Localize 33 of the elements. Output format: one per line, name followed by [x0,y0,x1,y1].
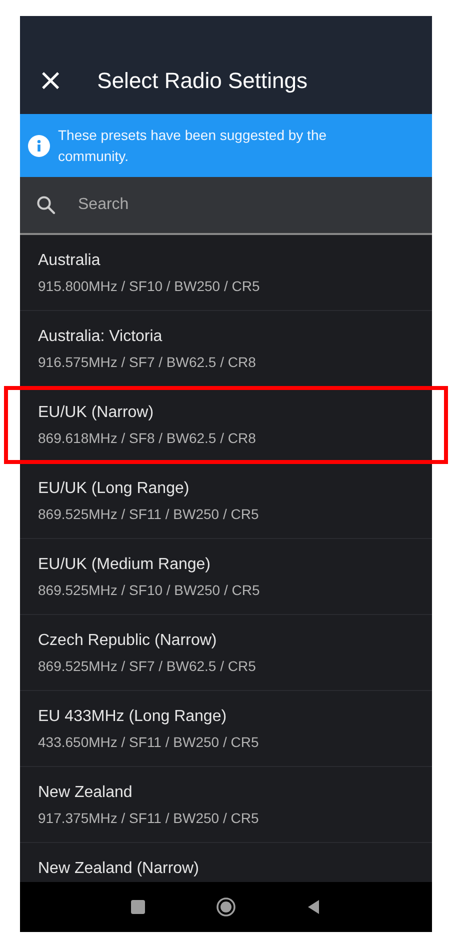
preset-item[interactable]: Australia: Victoria 916.575MHz / SF7 / BW62.5 / CR8 [20,311,432,387]
preset-name: Australia [38,251,102,271]
preset-name: EU/UK (Long Range) [38,479,190,499]
preset-detail: 915.800MHz / SF10 / BW250 / CR5 [38,277,261,295]
preset-name: New Zealand (Narrow) [38,859,200,879]
preset-name: EU/UK (Narrow) [38,403,155,423]
close-button[interactable]: × [34,66,68,96]
search-field[interactable]: Search [76,195,360,215]
info-icon [28,134,50,156]
preset-item[interactable]: EU/UK (Narrow) 869.618MHz / SF8 / BW62.5 / CR8 [20,387,432,463]
preset-name: Australia: Victoria [38,327,164,347]
preset-item[interactable]: Czech Republic (Narrow) 869.525MHz / SF7 / BW62.5 / CR5 [20,615,432,691]
screen-title: Select Radio Settings [97,67,308,95]
preset-item[interactable]: Australia 915.800MHz / SF10 / BW250 / CR5 [20,235,432,311]
preset-name: EU/UK (Medium Range) [38,555,212,575]
preset-item[interactable]: EU 433MHz (Long Range) 433.650MHz / SF11 / BW250 / CR5 [20,691,432,767]
search-icon [36,195,56,215]
preset-detail: 869.525MHz / SF10 / BW250 / CR5 [38,581,261,599]
preset-detail: 433.650MHz / SF11 / BW250 / CR5 [38,733,260,751]
preset-detail: 917.375MHz / SF11 / BW250 / CR5 [38,809,260,827]
preset-item[interactable]: EU/UK (Long Range) 869.525MHz / SF11 / BW250 / CR5 [20,463,432,539]
preset-item[interactable]: New Zealand 917.375MHz / SF11 / BW250 / CR5 [20,767,432,843]
preset-name: Czech Republic (Narrow) [38,631,218,651]
preset-name: EU 433MHz (Long Range) [38,707,228,727]
preset-detail: 916.575MHz / SF7 / BW62.5 / CR8 [38,353,257,371]
preset-detail: 869.525MHz / SF7 / BW62.5 / CR5 [38,657,257,675]
preset-name: New Zealand [38,783,134,803]
banner-text: These presets have been suggested by the community. [58,126,328,166]
home-icon[interactable] [216,897,236,917]
preset-detail: 869.618MHz / SF8 / BW62.5 / CR8 [38,429,257,447]
preset-detail: 869.525MHz / SF11 / BW250 / CR5 [38,505,260,523]
preset-item[interactable]: EU/UK (Medium Range) 869.525MHz / SF10 / BW250 / CR5 [20,539,432,615]
square-icon[interactable] [128,897,148,917]
